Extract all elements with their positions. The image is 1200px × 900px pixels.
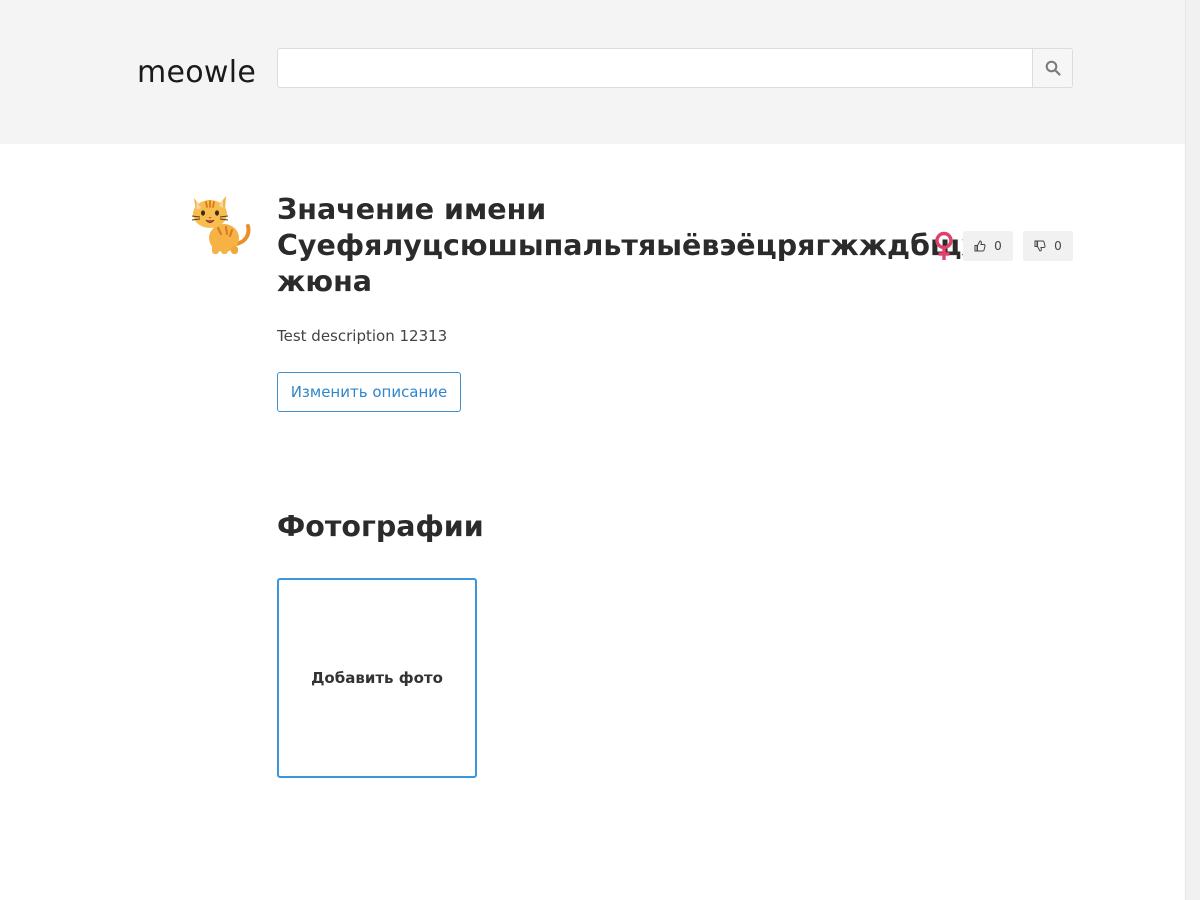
- add-photo-label: Добавить фото: [311, 669, 443, 687]
- photos-heading: Фотографии: [277, 510, 484, 543]
- female-sign-icon: [935, 231, 953, 260]
- dislike-button[interactable]: 0: [1023, 231, 1073, 261]
- title-line: Суефялуцсюшыпальтяыёвэёцрягжждбщх: [277, 229, 980, 262]
- site-header: meowle: [0, 0, 1185, 144]
- site-logo[interactable]: meowle: [137, 53, 256, 93]
- like-button[interactable]: 0: [963, 231, 1013, 261]
- thumbs-up-icon: [974, 240, 986, 252]
- add-photo-button[interactable]: Добавить фото: [277, 578, 477, 778]
- page: meowle Значение имени Суефялуцсюшыпальтя…: [0, 0, 1185, 900]
- search-button[interactable]: [1032, 49, 1072, 87]
- cat-description: Test description 12313: [277, 327, 448, 345]
- title-line: жюна: [277, 265, 372, 298]
- search-icon: [1045, 60, 1061, 76]
- title-line: Значение имени: [277, 193, 547, 226]
- thumbs-down-icon: [1034, 240, 1046, 252]
- cat-emoji-icon: [191, 196, 251, 254]
- like-count: 0: [994, 239, 1002, 253]
- vertical-scrollbar[interactable]: [1185, 0, 1200, 900]
- dislike-count: 0: [1054, 239, 1062, 253]
- cat-name-title: Значение имени Суефялуцсюшыпальтяыёвэёцр…: [277, 192, 980, 300]
- search-input[interactable]: [278, 49, 1032, 87]
- search-bar: [277, 48, 1073, 88]
- edit-description-button[interactable]: Изменить описание: [277, 372, 461, 412]
